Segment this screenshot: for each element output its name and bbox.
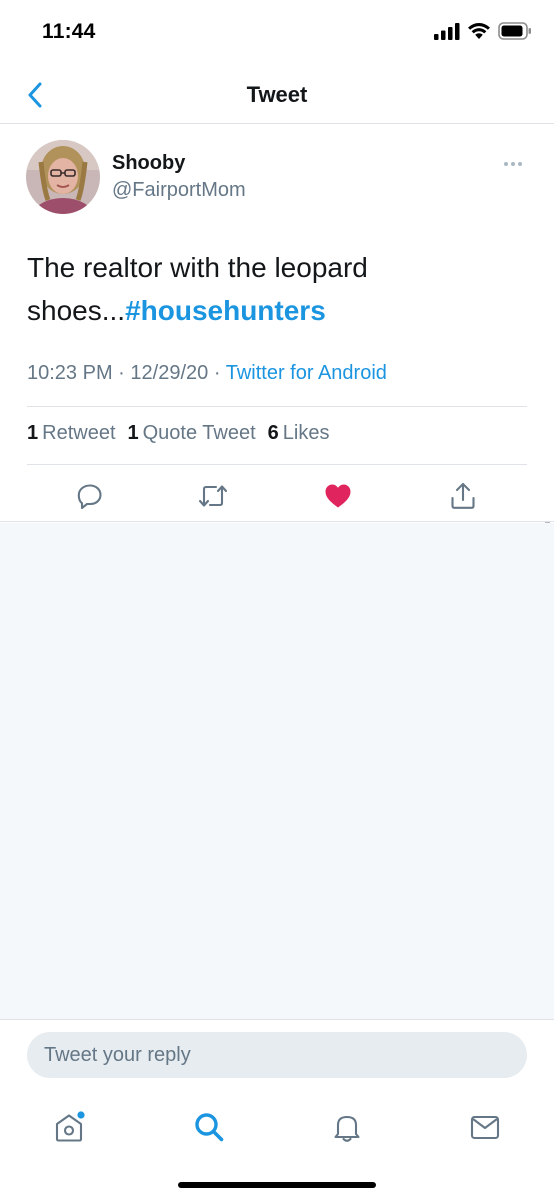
share-button[interactable] [447,480,479,512]
meta-separator: · [213,362,221,384]
tweet-time: 10:23 PM [27,362,113,384]
hashtag-link[interactable]: #househunters [125,295,326,326]
likes-stat[interactable]: 6 Likes [268,422,330,445]
tab-home[interactable] [47,1105,91,1149]
battery-icon [498,22,531,40]
nav-bar: Tweet [0,66,554,124]
retweets-label: Retweet [42,422,116,444]
tweet-source-link[interactable]: Twitter for Android [226,362,387,384]
status-time: 11:44 [42,20,96,43]
avatar[interactable] [26,140,100,214]
replies-area [0,523,554,1019]
status-bar: 11:44 [0,0,554,66]
retweet-button[interactable] [197,480,229,512]
tweet-text-line1: The realtor with the leopard [27,252,368,283]
tweet-text-line2: shoes... [27,295,126,326]
meta-separator: · [118,362,125,384]
user-handle[interactable]: @FairportMom [112,179,246,202]
reply-input[interactable] [27,1032,527,1078]
search-icon [195,1113,224,1142]
tab-search[interactable] [187,1105,231,1149]
more-dot [518,162,522,166]
wifi-icon [468,23,490,39]
tab-messages[interactable] [463,1105,507,1149]
page-title: Tweet [246,82,308,107]
likes-label: Likes [282,422,330,444]
tweet-detail: Shooby @FairportMom The realtor with the… [0,124,554,522]
quote-tweets-stat[interactable]: 1 Quote Tweet [128,422,256,445]
tweet-meta: 10:23 PM · 12/29/20 · Twitter for Androi… [27,362,387,385]
more-dot [511,162,515,166]
likes-count: 6 [267,422,279,444]
cellular-signal-icon [434,23,460,40]
retweets-stat[interactable]: 1 Retweet [27,422,116,445]
divider [27,406,527,407]
tweet-stats: 1 Retweet 1 Quote Tweet 6 Likes [27,422,330,445]
more-dot [504,162,508,166]
quote-tweets-label: Quote Tweet [142,422,256,444]
more-options-button[interactable] [498,154,528,174]
status-icons [434,22,532,40]
quote-tweets-count: 1 [127,422,139,444]
messages-envelope-icon [470,1115,500,1140]
tweet-date: 12/29/20 [130,362,209,384]
share-icon [451,482,475,509]
home-icon [55,1111,85,1142]
divider [27,464,527,465]
notifications-bell-icon [334,1115,360,1142]
like-button[interactable] [322,480,354,512]
home-indicator[interactable] [178,1182,376,1188]
reply-icon [77,484,102,509]
display-name[interactable]: Shooby [112,152,185,175]
tweet-text: The realtor with the leopard shoes...#ho… [27,246,497,332]
reply-bar [0,1019,554,1091]
retweet-icon [198,485,228,507]
heart-filled-icon [325,484,351,508]
tab-notifications[interactable] [325,1105,369,1149]
tweet-actions [0,476,554,516]
retweets-count: 1 [27,422,39,444]
reply-button[interactable] [74,480,106,512]
